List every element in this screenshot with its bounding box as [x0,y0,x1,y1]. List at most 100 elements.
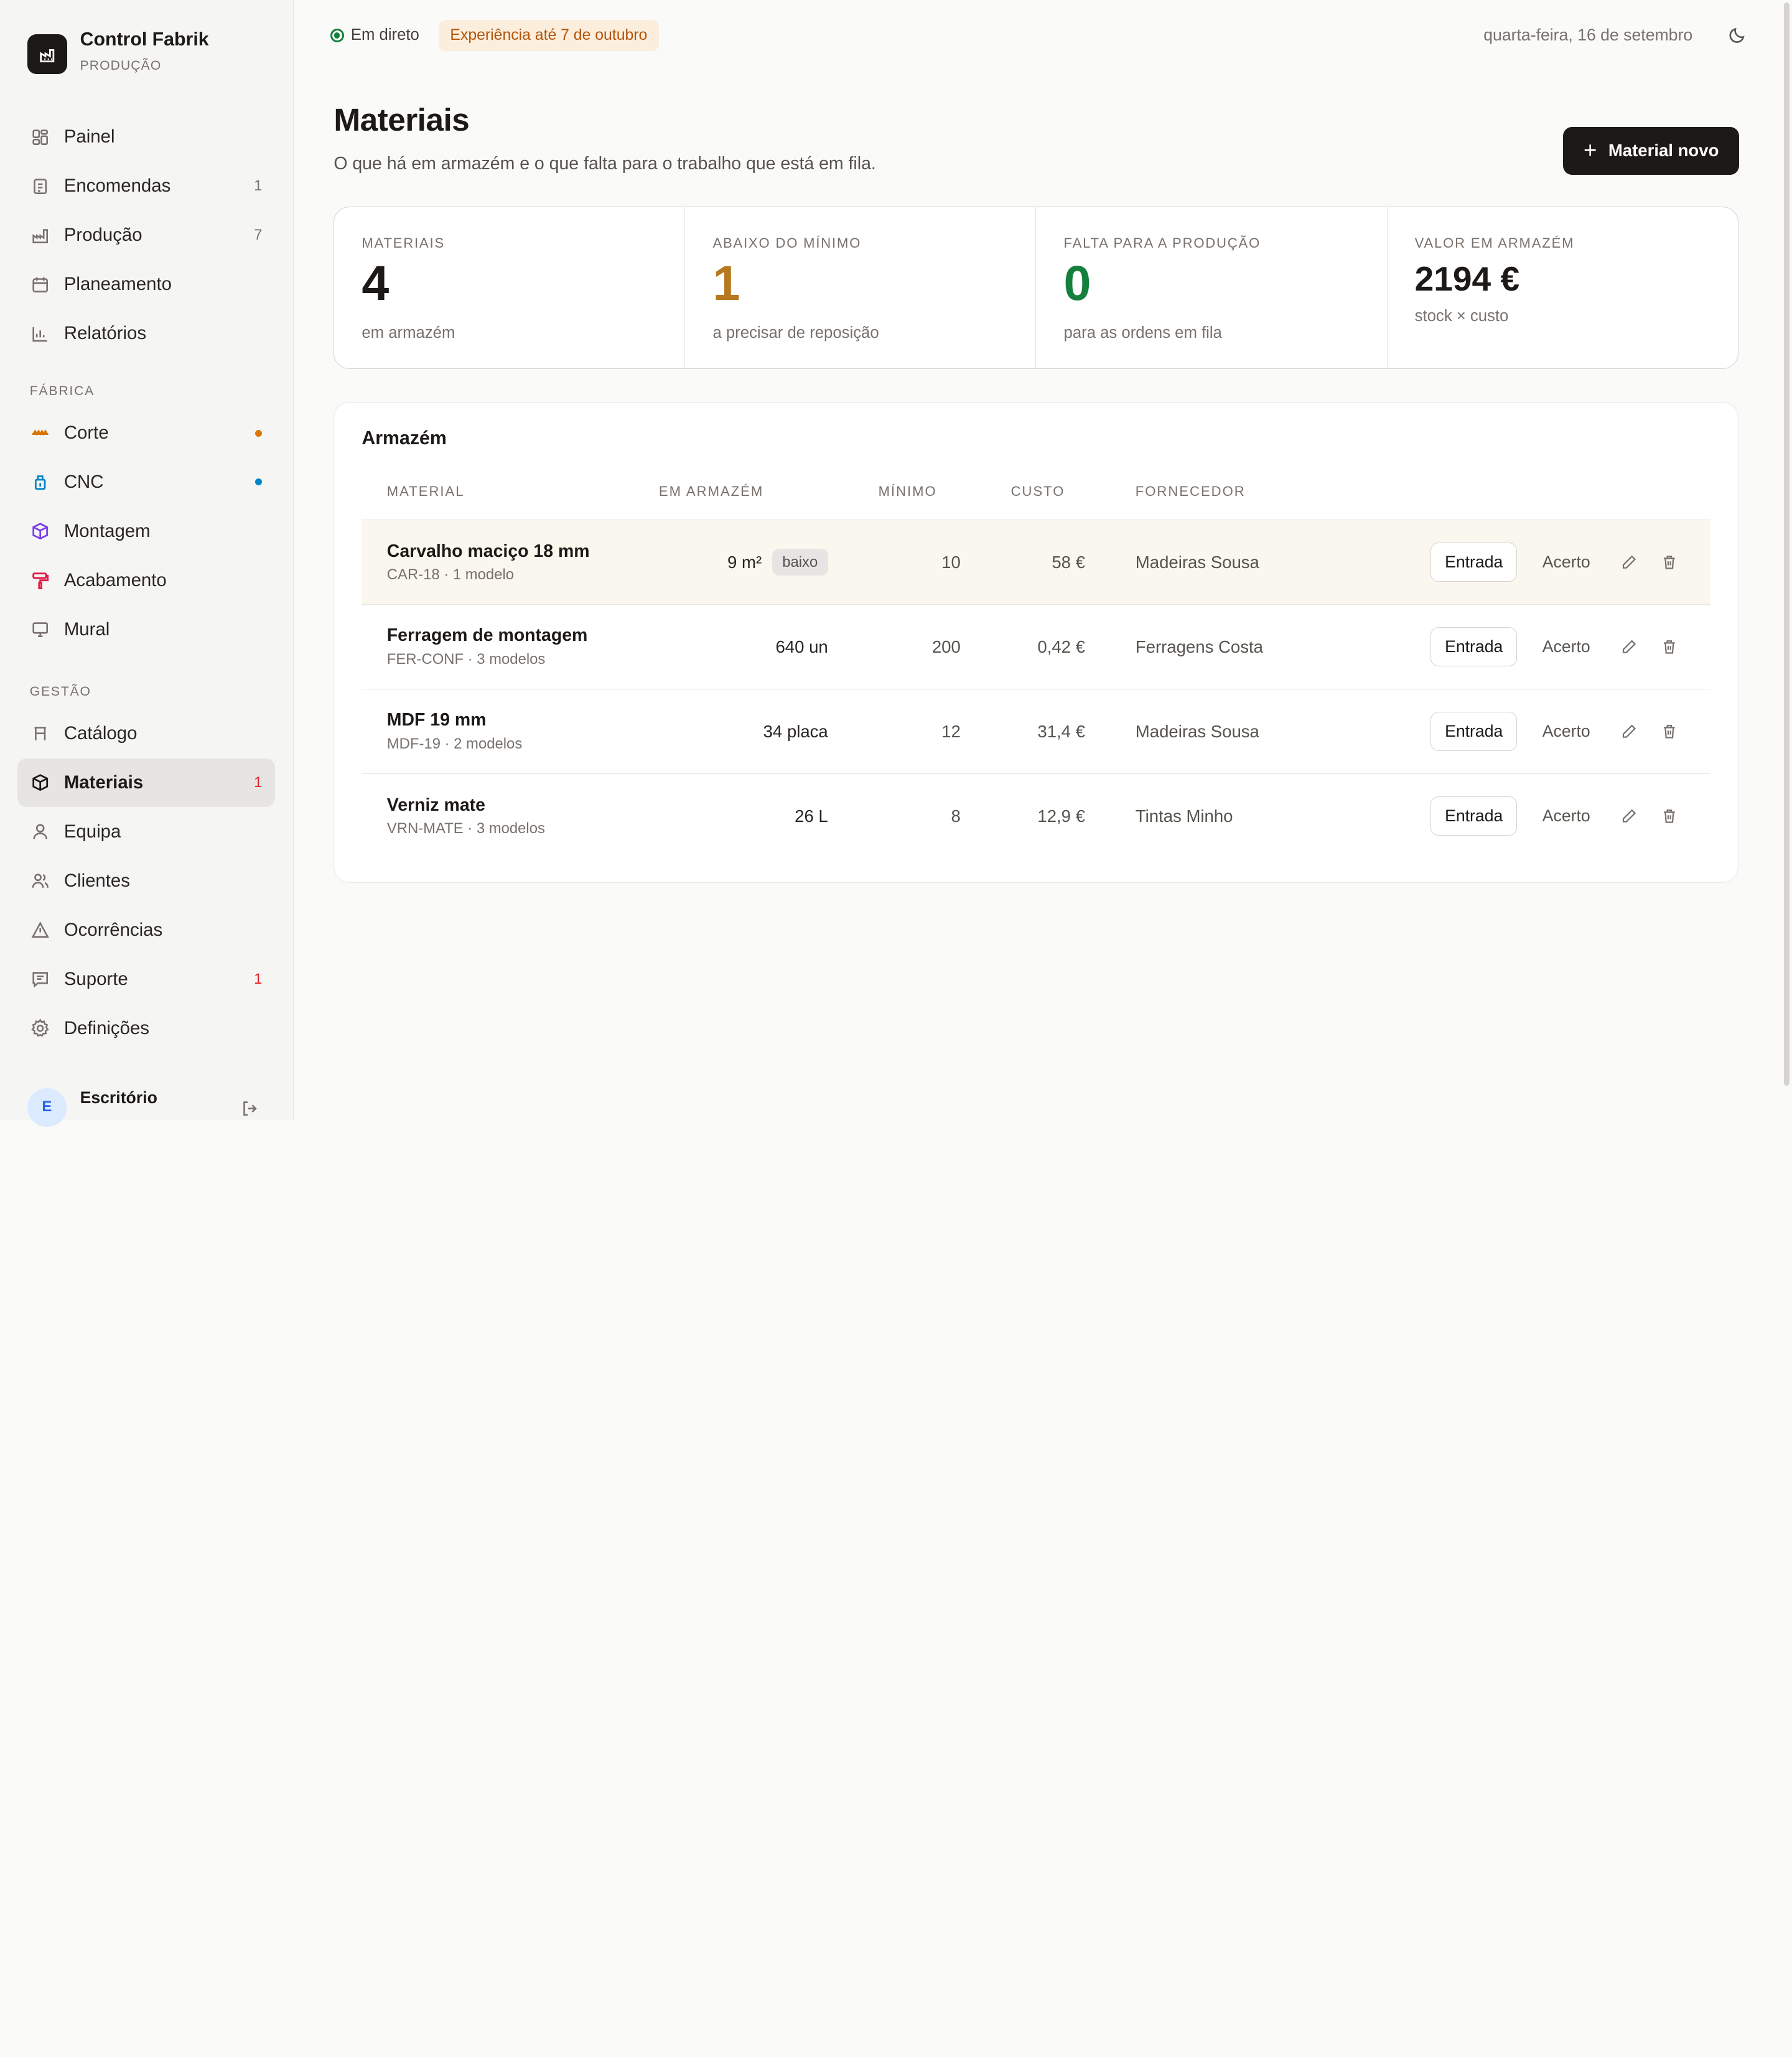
sidebar-item-catalogo[interactable]: Catálogo [17,709,275,757]
stat-hint: em armazém [362,324,455,342]
adjust-button[interactable]: Acerto [1542,637,1590,656]
sidebar-item-suporte[interactable]: Suporte 1 [17,955,275,1003]
sidebar-item-ocorrencias[interactable]: Ocorrências [17,906,275,954]
sidebar-item-label: Suporte [63,968,128,989]
section-heading-fabrica: FÁBRICA [29,383,95,398]
orders-icon [30,176,50,197]
sidebar-item-cnc[interactable]: CNC [17,458,275,506]
stock-value: 26 L [795,806,828,826]
sidebar-item-painel[interactable]: Painel [17,113,275,161]
minimum-value: 12 [828,689,961,774]
stat-value: 1 [712,255,740,310]
entry-button[interactable]: Entrada [1430,627,1518,666]
sidebar-item-definicoes[interactable]: Definições [17,1004,275,1052]
table-header-row: MATERIAL EM ARMAZÉM MÍNIMO CUSTO FORNECE… [362,474,1710,521]
warehouse-card: Armazém MATERIAL EM ARMAZÉM MÍNIMO CUSTO… [334,402,1738,883]
calendar-icon [30,274,50,295]
column-header-material[interactable]: MATERIAL [362,474,657,521]
status-dot [255,429,263,437]
avatar: E [27,1088,67,1127]
scrollbar-thumb[interactable] [1784,2,1790,1086]
gear-icon [30,1018,50,1038]
management-nav: Catálogo Materiais 1 Equipa Clientes Oco… [0,709,293,1052]
column-header-minimum[interactable]: MÍNIMO [828,474,961,521]
sidebar-item-acabamento[interactable]: Acabamento [17,556,275,604]
table-row[interactable]: Verniz mate VRN-MATE · 3 modelos 26 L 8 … [362,773,1710,858]
paint-roller-icon [30,570,50,590]
column-header-cost[interactable]: CUSTO [960,474,1085,521]
minimum-value: 200 [828,604,961,690]
entry-button[interactable]: Entrada [1430,712,1518,751]
table-row[interactable]: Ferragem de montagem FER-CONF · 3 modelo… [362,604,1710,690]
new-material-label: Material novo [1608,141,1719,161]
user-name: Escritório [80,1088,157,1107]
count-badge: 1 [254,773,263,791]
new-material-button[interactable]: + Material novo [1562,126,1740,175]
sidebar-item-mural[interactable]: Mural [17,605,275,653]
sidebar-item-materiais[interactable]: Materiais 1 [17,758,275,807]
user-icon [30,821,50,842]
factory-logo-icon [27,34,68,75]
entry-button[interactable]: Entrada [1430,796,1518,836]
cost-value: 31,4 € [960,689,1085,774]
entry-button[interactable]: Entrada [1430,543,1518,582]
sidebar-item-label: Materiais [63,772,144,793]
count-badge: 1 [254,177,263,195]
pencil-icon[interactable] [1620,553,1638,571]
stats-panel: MATERIAIS 4 em armazém ABAIXO DO MÍNIMO … [334,207,1738,370]
trash-icon[interactable] [1660,807,1678,825]
page-scrollbar[interactable] [1781,0,1792,1088]
trash-icon[interactable] [1660,722,1678,740]
moon-icon[interactable] [1724,22,1751,49]
box-icon [30,772,50,793]
stat-label: FALTA PARA A PRODUÇÃO [1063,235,1261,251]
sidebar-item-label: Ocorrências [63,919,163,940]
sidebar-item-encomendas[interactable]: Encomendas 1 [17,162,275,210]
page-header: Materiais O que há em armazém e o que fa… [294,71,1792,207]
live-status: Em direto [330,26,419,44]
material-name: MDF 19 mm [386,710,487,730]
sidebar-item-equipa[interactable]: Equipa [17,808,275,856]
material-name: Ferragem de montagem [386,625,588,646]
column-header-stock[interactable]: EM ARMAZÉM [656,474,828,521]
adjust-button[interactable]: Acerto [1542,722,1590,741]
status-dot [255,478,263,486]
stat-value: 2194 € [1414,259,1520,298]
table-row[interactable]: Carvalho maciço 18 mm CAR-18 · 1 modelo … [362,520,1710,605]
warning-icon [30,920,50,940]
trash-icon[interactable] [1660,638,1678,656]
sidebar-item-label: Encomendas [63,175,171,197]
sidebar-item-label: Montagem [63,520,151,541]
material-code: MDF-19 · 2 modelos [386,735,523,752]
adjust-button[interactable]: Acerto [1542,553,1590,572]
table-row[interactable]: MDF 19 mm MDF-19 · 2 modelos 34 placa 12… [362,689,1710,774]
sidebar-item-label: Painel [63,126,115,147]
pencil-icon[interactable] [1620,722,1638,740]
minimum-value: 8 [951,806,961,826]
cost-value: 58 € [960,520,1085,605]
sidebar-item-corte[interactable]: Corte [17,409,275,457]
column-header-supplier[interactable]: FORNECEDOR [1085,474,1325,521]
sidebar-item-relatorios[interactable]: Relatórios [17,310,275,358]
cost-value: 0,42 € [960,604,1085,690]
sidebar-item-clientes[interactable]: Clientes [17,857,275,905]
user-profile[interactable]: E Escritório [27,1088,259,1127]
trial-badge[interactable]: Experiência até 7 de outubro [439,19,659,51]
sidebar-item-montagem[interactable]: Montagem [17,507,275,555]
sidebar-item-planeamento[interactable]: Planeamento [17,261,275,309]
pencil-icon[interactable] [1620,807,1638,825]
adjust-button[interactable]: Acerto [1542,806,1590,826]
pencil-icon[interactable] [1620,638,1638,656]
materials-table: MATERIAL EM ARMAZÉM MÍNIMO CUSTO FORNECE… [362,474,1710,858]
stock-value: 34 placa [763,721,828,741]
sidebar-item-producao[interactable]: Produção 7 [17,212,275,259]
sidebar-item-label: Definições [63,1017,149,1038]
low-stock-badge: baixo [772,549,828,576]
brand[interactable]: Control Fabrik PRODUÇÃO [0,0,293,112]
cube-icon [30,521,50,541]
logout-icon[interactable] [241,1099,259,1122]
live-label: Em direto [350,26,419,44]
sidebar-item-label: Equipa [63,821,121,842]
main-nav: Painel Encomendas 1 Produção 7 Planeamen… [0,113,293,358]
trash-icon[interactable] [1660,553,1678,571]
